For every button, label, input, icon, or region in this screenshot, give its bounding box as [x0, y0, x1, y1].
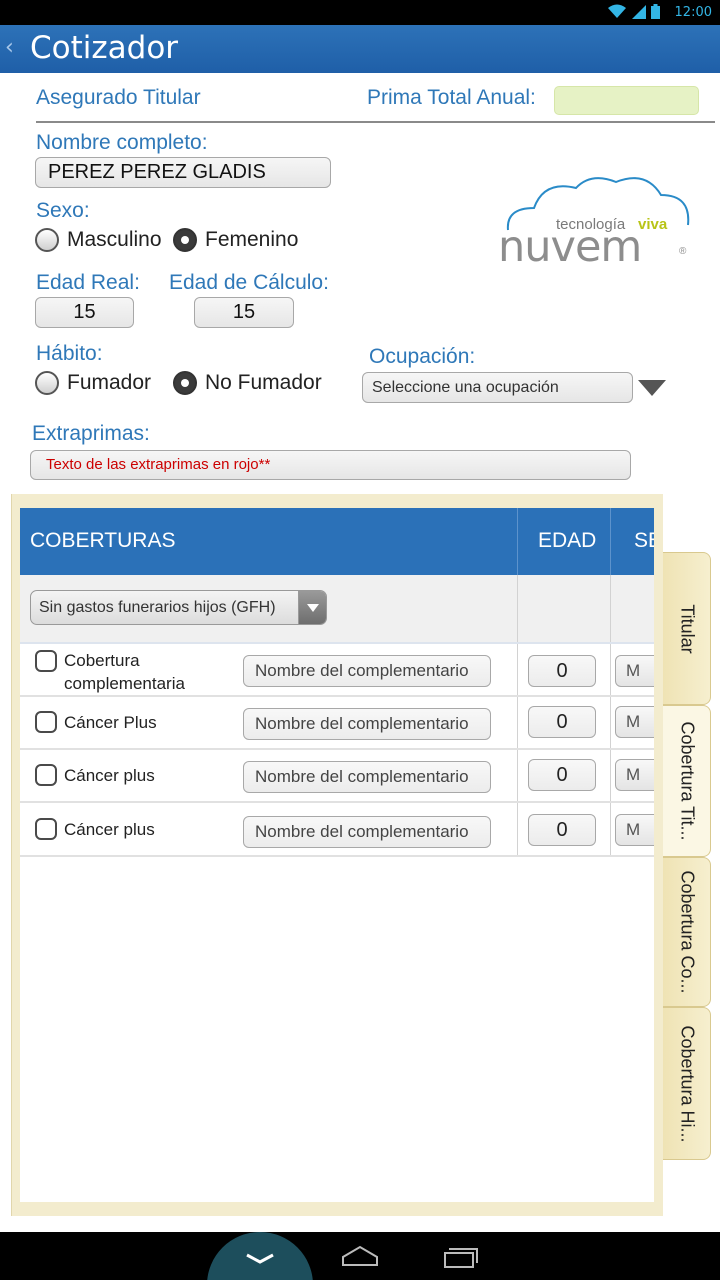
sexo-masculino-option[interactable]: Masculino	[35, 228, 162, 252]
tab-cobertura-complementaria[interactable]: Cobertura Co...	[663, 857, 711, 1007]
row-sex-field[interactable]: M	[615, 759, 654, 791]
logo-registered: ®	[679, 246, 687, 257]
ocupacion-label: Ocupación:	[369, 345, 476, 368]
status-bar: 12:00	[0, 0, 720, 25]
row-divider-4	[20, 855, 654, 857]
row-label: Cáncer Plus	[64, 713, 157, 732]
complementario-name-field[interactable]: Nombre del complementario	[243, 708, 491, 740]
navigation-bar	[0, 1232, 720, 1280]
header-divider	[36, 121, 715, 123]
header-coberturas: COBERTURAS	[30, 529, 176, 552]
logo-brand: nuvem	[498, 222, 642, 272]
row-checkbox[interactable]	[35, 764, 57, 786]
tab-cobertura-complementaria-label: Cobertura Co...	[677, 870, 697, 994]
gfh-select-value: Sin gastos funerarios hijos (GFH)	[39, 599, 276, 616]
tab-titular[interactable]: Titular	[663, 552, 711, 705]
action-bar: ‹ Cotizador	[0, 25, 720, 73]
row-checkbox[interactable]	[35, 818, 57, 840]
tab-cobertura-titular-label: Cobertura Tit...	[677, 721, 697, 841]
complementario-name-field[interactable]: Nombre del complementario	[243, 761, 491, 793]
tab-titular-label: Titular	[677, 603, 697, 654]
row-checkbox[interactable]	[35, 711, 57, 733]
tab-cobertura-hijos-label: Cobertura Hi...	[677, 1024, 697, 1143]
row-age-field[interactable]: 0	[528, 759, 596, 791]
complementario-name-field[interactable]: Nombre del complementario	[243, 655, 491, 687]
row-age-field[interactable]: 0	[528, 655, 596, 687]
chevron-down-icon	[307, 604, 319, 612]
sexo-femenino-label: Femenino	[205, 228, 299, 251]
nombre-label: Nombre completo:	[36, 131, 208, 154]
tab-cobertura-hijos[interactable]: Cobertura Hi...	[663, 1007, 711, 1160]
prima-label: Prima Total Anual:	[367, 86, 536, 109]
radio-femenino[interactable]	[173, 228, 197, 252]
wifi-icon	[607, 4, 626, 18]
back-chevron-icon[interactable]: ‹	[5, 35, 14, 60]
radio-no-fumador[interactable]	[173, 371, 197, 395]
signal-icon	[631, 5, 646, 19]
keyboard-hide-button[interactable]	[207, 1232, 313, 1280]
row-sex-field[interactable]: M	[615, 655, 654, 687]
row-age-field[interactable]: 0	[528, 706, 596, 738]
sexo-femenino-option[interactable]: Femenino	[173, 228, 298, 252]
battery-icon	[651, 4, 660, 19]
table-row: Cáncer plus Nombre del complementario 0 …	[20, 804, 654, 855]
status-icons	[607, 4, 660, 23]
tab-cobertura-titular[interactable]: Cobertura Tit...	[663, 705, 711, 857]
logo-tagline-2: viva	[638, 216, 668, 233]
row-age-field[interactable]: 0	[528, 814, 596, 846]
habito-fumador-label: Fumador	[67, 371, 152, 394]
gfh-select[interactable]: Sin gastos funerarios hijos (GFH)	[30, 590, 327, 625]
recent-apps-icon[interactable]	[443, 1245, 479, 1269]
radio-masculino[interactable]	[35, 228, 59, 252]
edad-calculo-label: Edad de Cálculo:	[169, 271, 329, 294]
radio-fumador[interactable]	[35, 371, 59, 395]
row-checkbox[interactable]	[35, 650, 57, 672]
extraprimas-field[interactable]: Texto de las extraprimas en rojo**	[30, 450, 631, 480]
complementario-name-field[interactable]: Nombre del complementario	[243, 816, 491, 848]
prima-field[interactable]	[554, 86, 699, 115]
coberturas-table: COBERTURAS EDAD SE Sin gastos funerarios…	[20, 508, 654, 1202]
status-time: 12:00	[674, 5, 712, 20]
row-label: Cáncer plus	[64, 766, 155, 785]
row-sex-field[interactable]: M	[615, 814, 654, 846]
sexo-masculino-label: Masculino	[67, 228, 162, 251]
gfh-select-arrow[interactable]	[298, 591, 326, 624]
row-sex-field[interactable]: M	[615, 706, 654, 738]
edad-real-label: Edad Real:	[36, 271, 140, 294]
table-row: Cáncer Plus Nombre del complementario 0 …	[20, 697, 654, 748]
table-row: Cobertura complementaria Nombre del comp…	[20, 644, 654, 695]
row-divider-3	[20, 801, 654, 803]
table-row: Cáncer plus Nombre del complementario 0 …	[20, 750, 654, 801]
header-sexo: SE	[634, 529, 654, 552]
habito-fumador-option[interactable]: Fumador	[35, 371, 151, 395]
table-header: COBERTURAS EDAD SE	[20, 508, 654, 575]
habito-nofumador-option[interactable]: No Fumador	[173, 371, 322, 395]
row-label: Cáncer plus	[64, 820, 155, 839]
ocupacion-select[interactable]: Seleccione una ocupación	[362, 372, 633, 403]
sexo-label: Sexo:	[36, 199, 90, 222]
habito-nofumador-label: No Fumador	[205, 371, 322, 394]
nuvem-logo: tecnología viva nuvem ®	[496, 170, 696, 275]
habito-label: Hábito:	[36, 342, 103, 365]
header-divider-2	[610, 508, 611, 575]
edad-calculo-field[interactable]: 15	[194, 297, 294, 328]
chevron-down-icon	[246, 1253, 274, 1264]
dropdown-arrow-icon[interactable]	[638, 380, 666, 396]
extraprimas-label: Extraprimas:	[32, 422, 150, 445]
nombre-field[interactable]: PEREZ PEREZ GLADIS	[35, 157, 331, 188]
app-title[interactable]: Cotizador	[30, 30, 178, 66]
header-divider-1	[517, 508, 518, 575]
header-edad: EDAD	[538, 529, 597, 552]
row-label: Cobertura complementaria	[64, 651, 185, 693]
home-icon[interactable]	[341, 1245, 379, 1267]
edad-real-field[interactable]: 15	[35, 297, 134, 328]
section-title: Asegurado Titular	[36, 86, 201, 109]
